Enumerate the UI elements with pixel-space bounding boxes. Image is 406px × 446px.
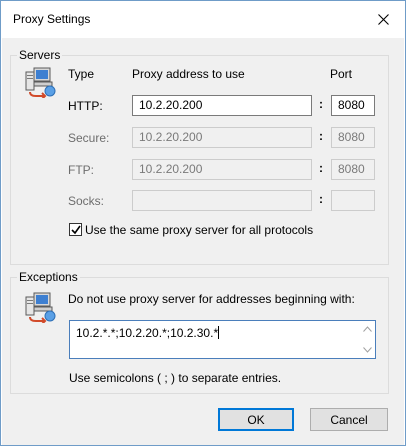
http-address-input[interactable]: 10.2.20.200 <box>132 95 312 116</box>
col-port-label: Port <box>330 67 353 81</box>
scroll-down-icon[interactable] <box>363 347 372 353</box>
col-type-label: Type <box>68 67 95 81</box>
exceptions-group-label: Exceptions <box>17 270 80 284</box>
socks-label: Socks: <box>68 194 105 208</box>
exceptions-input[interactable]: 10.2.*.*;10.2.20.*;10.2.30.* <box>69 320 376 359</box>
ftp-address-input[interactable]: 10.2.20.200 <box>132 159 312 180</box>
socks-port-input[interactable] <box>331 190 375 211</box>
title-bar: Proxy Settings <box>1 1 405 38</box>
socks-colon: : <box>319 192 323 206</box>
close-button[interactable] <box>361 1 405 38</box>
col-address-label: Proxy address to use <box>132 67 245 81</box>
dialog-body: Servers Type Proxy address to use Port H… <box>2 38 404 445</box>
secure-port-input[interactable]: 8080 <box>331 127 375 148</box>
secure-colon: : <box>319 129 323 143</box>
checkmark-icon <box>71 225 81 235</box>
network-computer-icon <box>25 67 56 98</box>
same-proxy-label[interactable]: Use the same proxy server for all protoc… <box>85 223 313 237</box>
exceptions-hint: Use semicolons ( ; ) to separate entries… <box>69 371 282 385</box>
network-computer-icon <box>25 292 56 323</box>
exceptions-value: 10.2.*.*;10.2.20.*;10.2.30.* <box>76 326 219 340</box>
http-port-input[interactable]: 8080 <box>331 95 375 116</box>
scroll-up-icon[interactable] <box>363 326 372 332</box>
socks-address-input[interactable] <box>132 190 312 211</box>
ftp-port-input[interactable]: 8080 <box>331 159 375 180</box>
http-colon: : <box>319 97 323 111</box>
close-icon <box>377 14 389 25</box>
exceptions-description: Do not use proxy server for addresses be… <box>68 292 355 306</box>
same-proxy-checkbox[interactable] <box>69 223 82 236</box>
secure-address-input[interactable]: 10.2.20.200 <box>132 127 312 148</box>
http-label: HTTP: <box>68 99 103 113</box>
text-caret <box>218 326 220 339</box>
servers-group-label: Servers <box>17 48 63 62</box>
ftp-colon: : <box>319 161 323 175</box>
window-title: Proxy Settings <box>13 12 91 26</box>
secure-label: Secure: <box>68 131 110 145</box>
proxy-settings-dialog: Proxy Settings Servers Type Proxy addres… <box>0 0 406 446</box>
ok-button[interactable]: OK <box>218 408 294 431</box>
cancel-button[interactable]: Cancel <box>310 408 388 431</box>
ftp-label: FTP: <box>68 163 94 177</box>
